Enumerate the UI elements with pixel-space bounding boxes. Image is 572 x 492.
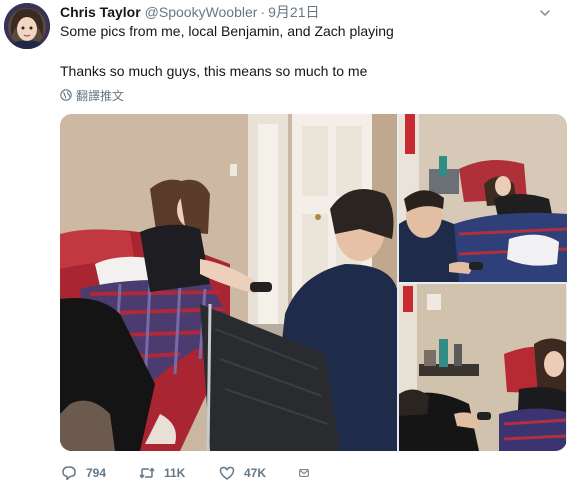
action-bar: 794 11K 47K (60, 462, 318, 484)
globe-icon (60, 89, 72, 101)
comment-icon (62, 466, 76, 481)
timestamp[interactable]: 9月21日 (268, 3, 319, 21)
reply-count: 794 (86, 466, 107, 480)
tweet-text-line: Thanks so much guys, this means so much … (60, 63, 368, 79)
chevron-down-icon[interactable] (538, 6, 552, 20)
like-button[interactable]: 47K (218, 464, 298, 482)
separator-dot: · (260, 4, 266, 20)
tweet-header: Chris Taylor @SpookyWoobler · 9月21日 (60, 3, 552, 21)
reply-button[interactable]: 794 (60, 464, 138, 482)
translate-link[interactable]: 翻譯推文 (60, 86, 124, 104)
tweet-text: Some pics from me, local Benjamin, and Z… (60, 22, 560, 80)
retweet-count: 11K (164, 466, 186, 480)
photo-grid (60, 114, 567, 451)
retweet-icon (139, 467, 155, 479)
translate-label: 翻譯推文 (76, 88, 125, 103)
display-name[interactable]: Chris Taylor (60, 3, 141, 21)
photo-main[interactable] (60, 114, 397, 451)
heart-icon (219, 466, 235, 480)
envelope-icon (299, 469, 309, 477)
avatar[interactable] (4, 3, 50, 49)
tweet-text-line: Some pics from me, local Benjamin, and Z… (60, 23, 394, 39)
user-handle[interactable]: @SpookyWoobler (145, 3, 258, 21)
photo-top-right[interactable] (399, 114, 567, 282)
direct-message-button[interactable] (298, 464, 318, 482)
like-count: 47K (244, 466, 267, 480)
retweet-button[interactable]: 11K (138, 464, 218, 482)
tweet: Chris Taylor @SpookyWoobler · 9月21日 Some… (0, 0, 572, 492)
photo-bottom-right[interactable] (399, 284, 567, 451)
